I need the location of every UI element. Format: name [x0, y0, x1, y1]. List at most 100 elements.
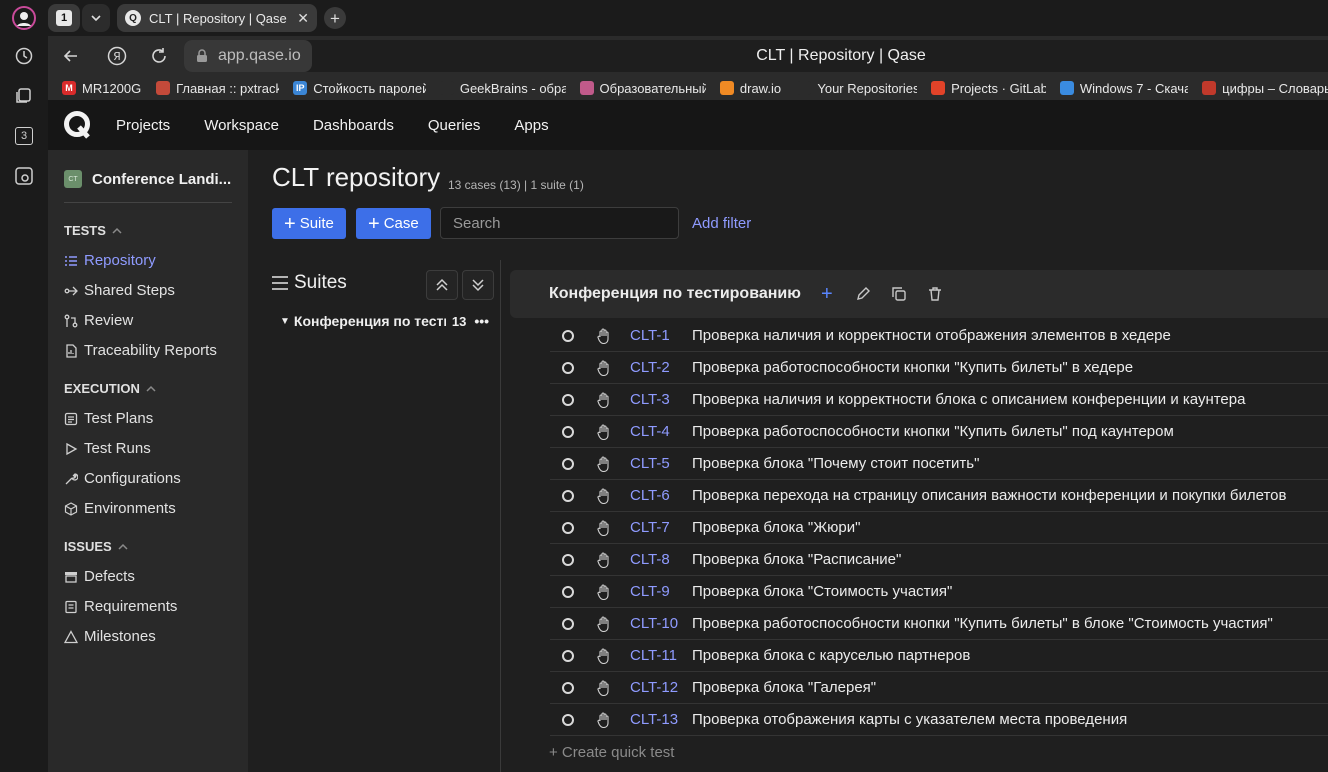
topnav-workspace[interactable]: Workspace: [204, 117, 279, 134]
bookmark-item[interactable]: IP Стойкость паролей: [279, 76, 426, 100]
add-filter-link[interactable]: Add filter: [692, 215, 751, 232]
bookmark-item[interactable]: GeekBrains - обра: [426, 76, 566, 100]
bookmark-item[interactable]: Windows 7 - Скача: [1046, 76, 1188, 100]
bookmark-item[interactable]: M MR1200G: [48, 76, 142, 100]
case-row[interactable]: CLT-6 Проверка перехода на страницу описа…: [550, 480, 1328, 512]
sidebar-item-test-runs[interactable]: Test Runs: [64, 440, 151, 457]
case-row[interactable]: CLT-4 Проверка работоспособности кнопки "…: [550, 416, 1328, 448]
sidebar-item-milestones[interactable]: Milestones: [64, 628, 156, 645]
case-title[interactable]: Проверка блока "Расписание": [692, 551, 901, 568]
case-row[interactable]: CLT-13 Проверка отображения карты с указа…: [550, 704, 1328, 736]
case-id[interactable]: CLT-2: [630, 359, 692, 376]
history-icon[interactable]: [12, 44, 36, 68]
copy-icon[interactable]: [889, 284, 909, 304]
case-row[interactable]: CLT-12 Проверка блока "Галерея": [550, 672, 1328, 704]
url-field[interactable]: CLT | Repository | Qase app.qase.io: [184, 40, 1328, 72]
chevron-up-icon[interactable]: [112, 226, 122, 236]
sidebar-item-requirements[interactable]: Requirements: [64, 598, 177, 615]
status-circle-icon[interactable]: [562, 521, 574, 534]
case-row[interactable]: CLT-9 Проверка блока "Стоимость участия": [550, 576, 1328, 608]
sidebar-section-issues[interactable]: ISSUES: [64, 539, 128, 554]
case-row[interactable]: CLT-8 Проверка блока "Расписание": [550, 544, 1328, 576]
qase-logo-icon[interactable]: [62, 110, 92, 140]
search-input[interactable]: Search: [440, 207, 679, 239]
topnav-dashboards[interactable]: Dashboards: [313, 117, 394, 134]
sidebar-item-repository[interactable]: Repository: [64, 252, 156, 269]
bookmark-item[interactable]: Your Repositories: [783, 76, 917, 100]
more-icon[interactable]: •••: [474, 313, 489, 329]
topnav-queries[interactable]: Queries: [428, 117, 481, 134]
case-title[interactable]: Проверка блока "Стоимость участия": [692, 583, 952, 600]
chevron-up-icon[interactable]: [146, 384, 156, 394]
status-circle-icon[interactable]: [562, 393, 574, 406]
case-title[interactable]: Проверка работоспособности кнопки "Купит…: [692, 615, 1273, 632]
case-title[interactable]: Проверка перехода на страницу описания в…: [692, 487, 1287, 504]
collapse-all-button[interactable]: [426, 270, 458, 300]
case-id[interactable]: CLT-13: [630, 711, 692, 728]
expand-all-button[interactable]: [462, 270, 494, 300]
reload-icon[interactable]: [148, 45, 170, 67]
new-tab-button[interactable]: +: [324, 7, 346, 29]
bookmark-item[interactable]: Projects · GitLab: [917, 76, 1046, 100]
yandex-icon[interactable]: Я: [106, 45, 128, 67]
case-id[interactable]: CLT-8: [630, 551, 692, 568]
status-circle-icon[interactable]: [562, 489, 574, 502]
status-circle-icon[interactable]: [562, 585, 574, 598]
add-case-button[interactable]: + Case: [356, 208, 431, 239]
menu-icon[interactable]: [272, 276, 288, 290]
sidebar-item-traceability-reports[interactable]: Traceability Reports: [64, 342, 217, 359]
add-case-to-suite-icon[interactable]: +: [817, 283, 837, 305]
case-title[interactable]: Проверка отображения карты с указателем …: [692, 711, 1127, 728]
status-circle-icon[interactable]: [562, 361, 574, 374]
collections-icon[interactable]: [12, 84, 36, 108]
suite-tree-item[interactable]: ▼ Конференция по тестированию 13 •••: [280, 313, 500, 329]
case-row[interactable]: CLT-5 Проверка блока "Почему стоит посети…: [550, 448, 1328, 480]
case-id[interactable]: CLT-5: [630, 455, 692, 472]
status-circle-icon[interactable]: [562, 617, 574, 630]
profile-icon[interactable]: [12, 6, 36, 30]
bookmark-item[interactable]: draw.io: [706, 76, 783, 100]
case-id[interactable]: CLT-12: [630, 679, 692, 696]
case-title[interactable]: Проверка наличия и корректности блока с …: [692, 391, 1245, 408]
caret-down-icon[interactable]: ▼: [280, 316, 290, 327]
sidebar-item-test-plans[interactable]: Test Plans: [64, 410, 153, 427]
case-row[interactable]: CLT-11 Проверка блока с каруселью партнер…: [550, 640, 1328, 672]
sidebar-section-execution[interactable]: EXECUTION: [64, 381, 156, 396]
create-quick-test-link[interactable]: + Create quick test: [549, 744, 674, 761]
status-circle-icon[interactable]: [562, 649, 574, 662]
active-tab[interactable]: Q CLT | Repository | Qase ✕: [117, 4, 317, 32]
tabs-count-icon[interactable]: 3: [12, 124, 36, 148]
case-row[interactable]: CLT-7 Проверка блока "Жюри": [550, 512, 1328, 544]
case-title[interactable]: Проверка блока "Жюри": [692, 519, 860, 536]
tab-list-dropdown[interactable]: [82, 4, 110, 32]
status-circle-icon[interactable]: [562, 425, 574, 438]
tab-group-counter[interactable]: 1: [48, 4, 80, 32]
case-id[interactable]: CLT-11: [630, 647, 692, 664]
case-id[interactable]: CLT-7: [630, 519, 692, 536]
url-pill[interactable]: app.qase.io: [184, 40, 312, 72]
bookmark-item[interactable]: Образовательный: [566, 76, 706, 100]
sidebar-section-tests[interactable]: TESTS: [64, 223, 122, 238]
case-id[interactable]: CLT-6: [630, 487, 692, 504]
case-title[interactable]: Проверка работоспособности кнопки "Купит…: [692, 359, 1133, 376]
case-row[interactable]: CLT-10 Проверка работоспособности кнопки …: [550, 608, 1328, 640]
sidebar-item-environments[interactable]: Environments: [64, 500, 176, 517]
delete-icon[interactable]: [925, 284, 945, 304]
case-id[interactable]: CLT-9: [630, 583, 692, 600]
status-circle-icon[interactable]: [562, 713, 574, 726]
close-icon[interactable]: ✕: [297, 10, 309, 27]
case-row[interactable]: CLT-3 Проверка наличия и корректности бло…: [550, 384, 1328, 416]
screenshot-icon[interactable]: [12, 164, 36, 188]
case-row[interactable]: CLT-2 Проверка работоспособности кнопки "…: [550, 352, 1328, 384]
case-id[interactable]: CLT-4: [630, 423, 692, 440]
case-id[interactable]: CLT-1: [630, 327, 692, 344]
status-circle-icon[interactable]: [562, 457, 574, 470]
project-switcher[interactable]: CT Conference Landi...: [64, 170, 231, 188]
case-title[interactable]: Проверка блока "Галерея": [692, 679, 876, 696]
topnav-projects[interactable]: Projects: [116, 117, 170, 134]
bookmark-item[interactable]: цифры – Словарь: [1188, 76, 1328, 100]
chevron-up-icon[interactable]: [118, 542, 128, 552]
sidebar-item-defects[interactable]: Defects: [64, 568, 135, 585]
sidebar-item-configurations[interactable]: Configurations: [64, 470, 181, 487]
case-title[interactable]: Проверка блока "Почему стоит посетить": [692, 455, 979, 472]
